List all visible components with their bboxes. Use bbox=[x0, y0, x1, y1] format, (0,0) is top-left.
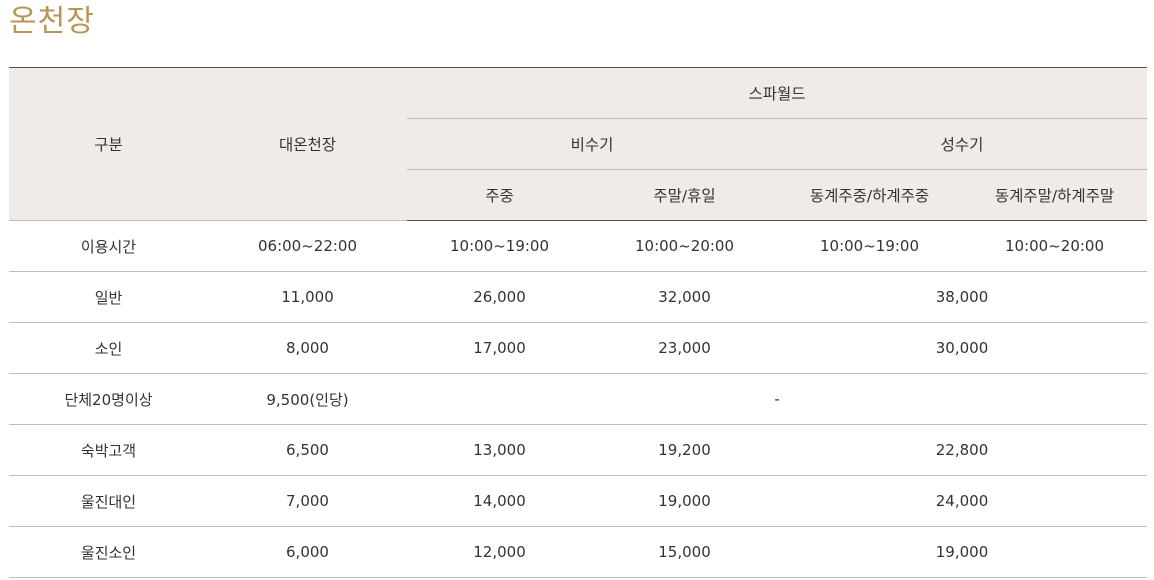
table-row: 숙박고객 6,500 13,000 19,200 22,800 bbox=[9, 424, 1148, 476]
cell-peak: 38,000 bbox=[777, 271, 1148, 323]
cell-off-weekday: 12,000 bbox=[407, 526, 592, 578]
row-label: 숙박고객 bbox=[9, 424, 208, 476]
table-row: 일반 11,000 26,000 32,000 38,000 bbox=[9, 271, 1148, 323]
cell-off-weekend: 19,000 bbox=[592, 475, 777, 527]
cell-off-weekend: 19,200 bbox=[592, 424, 777, 476]
cell-peak-weekday: 10:00~19:00 bbox=[777, 220, 962, 272]
header-spaworld: 스파월드 bbox=[407, 67, 1148, 119]
header-daeon: 대온천장 bbox=[208, 67, 407, 221]
header-winter-summer-weekday: 동계주중/하계주중 bbox=[777, 169, 962, 221]
table-row: 이용시간 06:00~22:00 10:00~19:00 10:00~20:00… bbox=[9, 220, 1148, 272]
cell-spaworld-dash: - bbox=[407, 373, 1148, 425]
cell-daeon: 6,000 bbox=[208, 526, 407, 578]
header-weekend-holiday: 주말/휴일 bbox=[592, 169, 777, 221]
row-label: 울진대인 bbox=[9, 475, 208, 527]
cell-off-weekday: 14,000 bbox=[407, 475, 592, 527]
cell-daeon: 6,500 bbox=[208, 424, 407, 476]
header-row-1: 구분 대온천장 스파월드 bbox=[9, 67, 1148, 221]
row-label: 울진소인 bbox=[9, 526, 208, 578]
cell-daeon: 8,000 bbox=[208, 322, 407, 374]
cell-daeon: 7,000 bbox=[208, 475, 407, 527]
cell-daeon: 06:00~22:00 bbox=[208, 220, 407, 272]
price-table: 구분 대온천장 스파월드 비수기 성수기 주중 주말/휴일 동계주중/하계주중 … bbox=[9, 67, 1148, 578]
cell-peak-weekend: 10:00~20:00 bbox=[962, 220, 1148, 272]
cell-daeon: 9,500(인당) bbox=[208, 373, 407, 425]
cell-peak: 24,000 bbox=[777, 475, 1148, 527]
cell-off-weekend: 23,000 bbox=[592, 322, 777, 374]
cell-off-weekday: 10:00~19:00 bbox=[407, 220, 592, 272]
cell-off-weekend: 10:00~20:00 bbox=[592, 220, 777, 272]
table-row: 울진대인 7,000 14,000 19,000 24,000 bbox=[9, 475, 1148, 527]
page-title: 온천장 bbox=[9, 4, 95, 39]
row-label: 일반 bbox=[9, 271, 208, 323]
cell-peak: 30,000 bbox=[777, 322, 1148, 374]
cell-off-weekday: 13,000 bbox=[407, 424, 592, 476]
table-row: 소인 8,000 17,000 23,000 30,000 bbox=[9, 322, 1148, 374]
cell-off-weekend: 15,000 bbox=[592, 526, 777, 578]
row-label: 단체20명이상 bbox=[9, 373, 208, 425]
table-row: 울진소인 6,000 12,000 15,000 19,000 bbox=[9, 526, 1148, 578]
cell-daeon: 11,000 bbox=[208, 271, 407, 323]
cell-off-weekday: 26,000 bbox=[407, 271, 592, 323]
cell-peak: 19,000 bbox=[777, 526, 1148, 578]
cell-peak: 22,800 bbox=[777, 424, 1148, 476]
header-peakseason: 성수기 bbox=[777, 118, 1148, 170]
cell-off-weekend: 32,000 bbox=[592, 271, 777, 323]
header-offseason: 비수기 bbox=[407, 118, 777, 170]
row-label: 소인 bbox=[9, 322, 208, 374]
header-category: 구분 bbox=[9, 67, 208, 221]
table-row: 단체20명이상 9,500(인당) - bbox=[9, 373, 1148, 425]
cell-off-weekday: 17,000 bbox=[407, 322, 592, 374]
header-weekday: 주중 bbox=[407, 169, 592, 221]
row-label: 이용시간 bbox=[9, 220, 208, 272]
header-winter-summer-weekend: 동계주말/하계주말 bbox=[962, 169, 1148, 221]
